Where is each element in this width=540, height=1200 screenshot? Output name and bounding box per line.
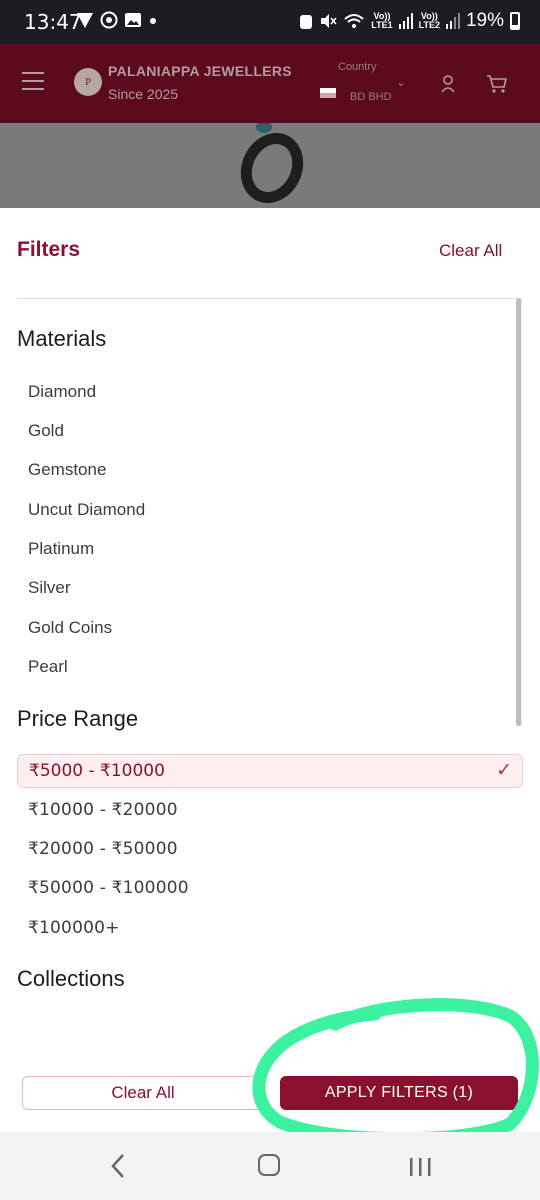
wifi-icon (344, 14, 364, 28)
brand-since: Since 2025 (108, 86, 179, 102)
material-option[interactable]: Diamond (28, 382, 96, 402)
signal-icon (398, 13, 413, 29)
ring-image (240, 123, 304, 204)
brand-name: PALANIAPPA JEWELLERS (108, 63, 292, 79)
status-bar: 13:47 Vo)) LTE1 Vo)) LTE2 19% (0, 0, 540, 44)
menu-icon[interactable] (22, 72, 44, 90)
material-option[interactable]: Uncut Diamond (28, 500, 145, 520)
navigation-icon (77, 13, 93, 28)
clear-all-button[interactable]: Clear All (22, 1076, 264, 1110)
mute-icon (321, 14, 337, 28)
sim2-label: Vo)) LTE2 (418, 11, 440, 30)
alarm-icon (300, 15, 313, 29)
collections-title: Collections (17, 966, 125, 991)
system-nav-bar (0, 1132, 540, 1200)
country-label: Country (338, 61, 377, 73)
clear-all-link[interactable]: Clear All (439, 241, 502, 261)
material-option[interactable]: Gold Coins (28, 618, 112, 638)
site-header: P PALANIAPPA JEWELLERS Since 2025 Countr… (0, 44, 540, 123)
signal-icon (445, 13, 460, 29)
user-icon[interactable] (440, 74, 456, 94)
material-option[interactable]: Gold (28, 421, 64, 441)
material-option[interactable]: Silver (28, 578, 71, 598)
materials-title: Materials (17, 326, 107, 351)
whatsapp-icon (100, 11, 118, 29)
home-icon[interactable] (258, 1154, 280, 1176)
brand-logo[interactable]: P (74, 68, 102, 96)
price-option[interactable]: ₹20000 - ₹50000 (28, 839, 178, 859)
filter-sheet: Filters Clear All Materials Diamond Gold… (0, 208, 540, 1144)
material-option[interactable]: Gemstone (28, 460, 106, 480)
price-option[interactable]: ₹100000+ (28, 918, 120, 938)
material-option[interactable]: Platinum (28, 539, 94, 559)
divider (17, 298, 515, 299)
battery-icon (510, 12, 520, 30)
country-select[interactable]: BD BHD (350, 91, 392, 103)
product-image-area (0, 123, 540, 208)
battery-percent: 19% (465, 10, 504, 31)
material-option[interactable]: Pearl (28, 657, 68, 677)
highlight-annotation (252, 998, 539, 1144)
chevron-down-icon[interactable]: ⌄ (396, 75, 406, 89)
price-option-selected[interactable]: ₹5000 - ₹10000 ✓ (17, 754, 523, 788)
price-option[interactable]: ₹50000 - ₹100000 (28, 878, 189, 898)
filters-title: Filters (17, 238, 81, 261)
back-icon[interactable] (108, 1152, 128, 1180)
price-range-title: Price Range (17, 706, 139, 731)
gallery-icon (125, 13, 141, 27)
system-icons: Vo)) LTE1 Vo)) LTE2 19% (299, 10, 520, 32)
recents-icon[interactable] (408, 1158, 432, 1176)
sim1-label: Vo)) LTE1 (371, 11, 393, 30)
cart-icon[interactable] (486, 74, 508, 94)
dot-icon (150, 18, 156, 24)
scrollbar-thumb[interactable] (516, 298, 521, 726)
price-option[interactable]: ₹10000 - ₹20000 (28, 800, 178, 820)
status-time: 13:47 (24, 10, 82, 34)
notification-icons (76, 11, 158, 29)
apply-filters-button[interactable]: APPLY FILTERS (1) (280, 1076, 518, 1110)
price-option-label: ₹5000 - ₹10000 (29, 761, 165, 781)
check-icon: ✓ (496, 760, 512, 781)
flag-icon (320, 88, 336, 98)
